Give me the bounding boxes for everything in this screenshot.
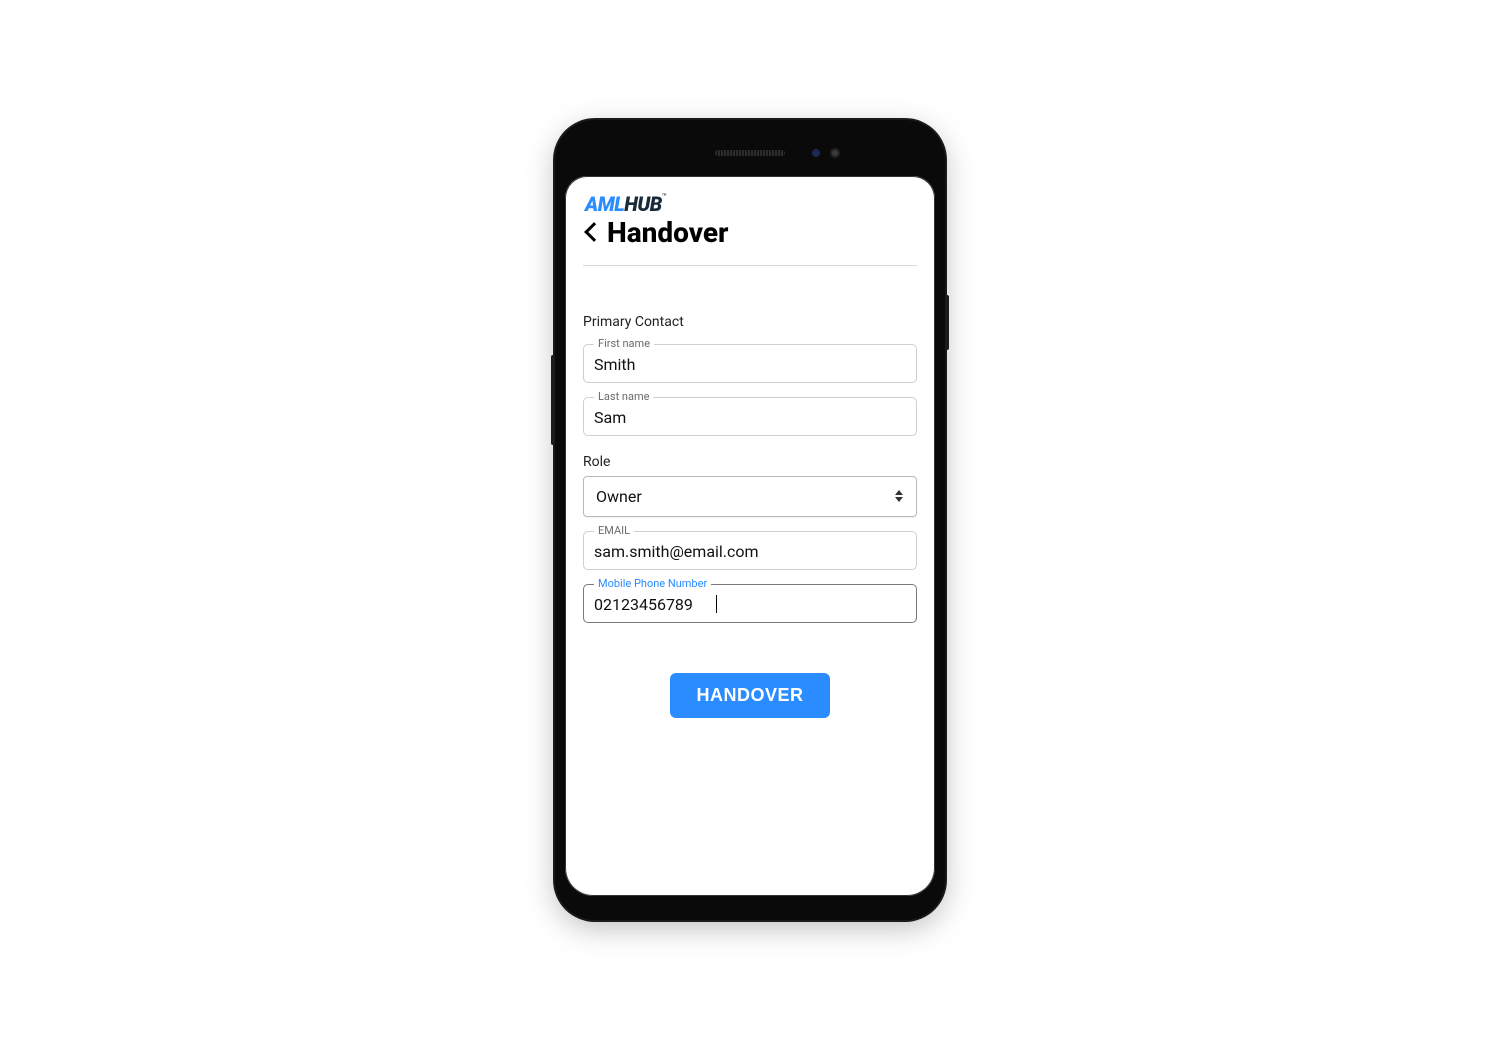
app-root: AMLHUB™ Handover Primary Contact First n… xyxy=(565,176,935,738)
phone-sensor xyxy=(812,149,820,157)
text-caret xyxy=(716,595,717,613)
phone-frame: AMLHUB™ Handover Primary Contact First n… xyxy=(555,120,945,920)
first-name-label: First name xyxy=(594,337,654,350)
email-label: EMAIL xyxy=(594,524,634,537)
first-name-field[interactable]: First name xyxy=(583,344,917,383)
role-label: Role xyxy=(583,454,917,470)
handover-button[interactable]: HANDOVER xyxy=(670,673,829,718)
phone-label: Mobile Phone Number xyxy=(594,577,711,590)
title-bar: Handover xyxy=(583,216,917,249)
last-name-input[interactable] xyxy=(594,408,906,427)
role-select[interactable]: Owner xyxy=(583,476,917,517)
phone-input[interactable] xyxy=(594,595,715,614)
app-logo: AMLHUB™ xyxy=(583,190,917,218)
phone-camera xyxy=(830,148,840,158)
select-chevrons-icon xyxy=(894,490,904,502)
page-title: Handover xyxy=(607,216,729,249)
logo-part-aml: AML xyxy=(585,192,624,216)
logo-tm: ™ xyxy=(662,192,667,201)
email-field[interactable]: EMAIL xyxy=(583,531,917,570)
back-icon[interactable] xyxy=(584,222,604,242)
email-input[interactable] xyxy=(594,542,906,561)
phone-top-bezel xyxy=(565,130,935,176)
phone-screen: AMLHUB™ Handover Primary Contact First n… xyxy=(565,176,935,896)
divider xyxy=(583,265,917,266)
logo-part-hub: HUB xyxy=(624,192,662,216)
last-name-field[interactable]: Last name xyxy=(583,397,917,436)
role-select-value: Owner xyxy=(596,487,642,506)
section-label-primary-contact: Primary Contact xyxy=(583,314,917,330)
phone-speaker xyxy=(715,150,785,156)
phone-field[interactable]: Mobile Phone Number xyxy=(583,584,917,623)
last-name-label: Last name xyxy=(594,390,653,403)
first-name-input[interactable] xyxy=(594,355,906,374)
cta-container: HANDOVER xyxy=(583,673,917,718)
